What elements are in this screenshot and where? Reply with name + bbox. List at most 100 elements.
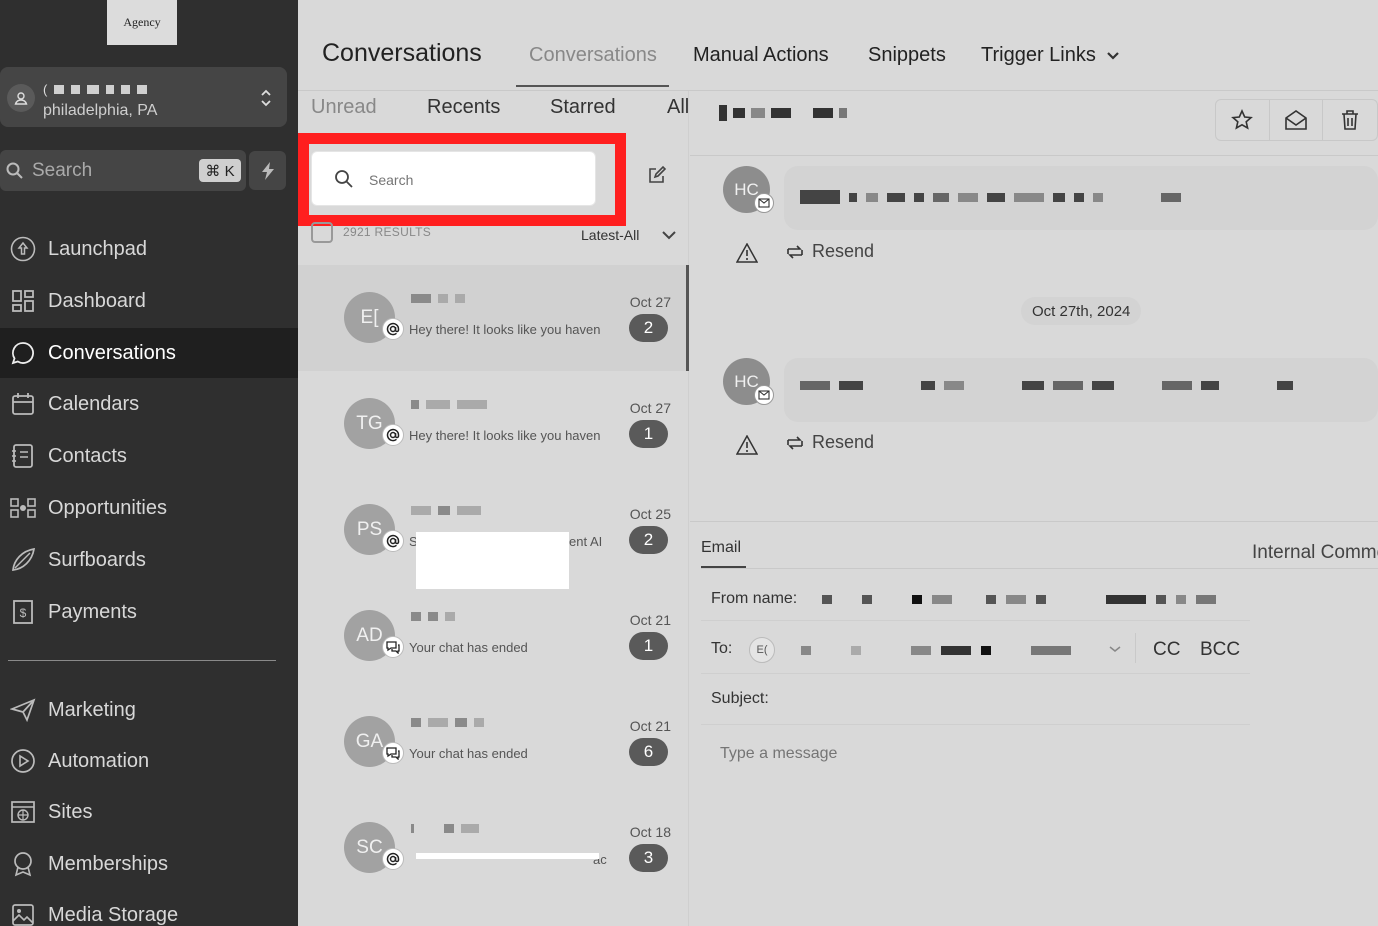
sidebar-item-automation[interactable]: Automation xyxy=(0,736,298,786)
select-all-checkbox[interactable] xyxy=(311,222,333,243)
sidebar-search-label: Search xyxy=(32,160,93,181)
star-icon xyxy=(1231,109,1254,130)
page-title: Conversations xyxy=(322,39,482,67)
retry-icon xyxy=(787,244,803,259)
conversation-date: Oct 27 xyxy=(629,400,671,416)
mention-icon xyxy=(382,530,404,552)
to-field-line xyxy=(701,673,1250,674)
receipt-icon: $ xyxy=(9,599,36,626)
subtab-all[interactable]: All xyxy=(667,96,689,119)
to-label: To: xyxy=(711,640,733,657)
mark-read-button[interactable] xyxy=(1270,100,1324,140)
sidebar-item-contacts[interactable]: Contacts xyxy=(0,431,298,481)
warning-icon xyxy=(736,243,758,263)
sidebar-item-opportunities[interactable]: Opportunities xyxy=(0,483,298,533)
conversation-row[interactable]: SC ac Oct 18 3 xyxy=(298,795,689,901)
grid-icon xyxy=(9,288,36,315)
thread-actions xyxy=(1215,99,1378,141)
sidebar-item-label: Media Storage xyxy=(48,903,179,926)
conversation-row[interactable]: AD Your chat has ended Oct 21 1 xyxy=(298,583,689,689)
recipient-avatar: E( xyxy=(749,637,775,663)
email-icon xyxy=(754,193,774,213)
subtab-starred[interactable]: Starred xyxy=(550,96,616,119)
chevron-down-icon xyxy=(1107,51,1119,60)
conversation-row[interactable]: GA Your chat has ended Oct 21 6 xyxy=(298,689,689,795)
bcc-button[interactable]: BCC xyxy=(1200,639,1240,661)
badge-icon xyxy=(9,851,36,878)
compose-icon[interactable] xyxy=(647,165,667,185)
subject-field-line xyxy=(701,724,1250,725)
location-city: philadelphia, PA xyxy=(43,102,158,119)
quick-actions-button[interactable] xyxy=(249,151,286,190)
sidebar-item-label: Payments xyxy=(48,600,137,623)
message-preview: Hey there! It looks like you haven xyxy=(409,428,601,443)
contact-name-redacted xyxy=(411,824,479,833)
conversation-row[interactable]: E[ Hey there! It looks like you haven Oc… xyxy=(298,265,689,371)
search-shortcut-badge: ⌘ K xyxy=(199,159,241,182)
sidebar-item-marketing[interactable]: Marketing xyxy=(0,685,298,735)
resend-label: Resend xyxy=(812,241,875,261)
recipient-email-redacted[interactable] xyxy=(801,646,1071,655)
thread-divider xyxy=(690,155,1378,156)
mention-icon xyxy=(382,848,404,870)
image-icon xyxy=(9,902,36,926)
contact-name-redacted xyxy=(411,718,484,727)
tab-snippets[interactable]: Snippets xyxy=(868,44,946,67)
mention-icon xyxy=(382,318,404,340)
sidebar-item-launchpad[interactable]: Launchpad xyxy=(0,224,298,274)
sidebar-item-label: Marketing xyxy=(48,698,136,721)
date-divider: Oct 27th, 2024 xyxy=(1021,297,1142,325)
active-tab-indicator xyxy=(516,85,669,87)
email-icon xyxy=(754,385,774,405)
subject-label[interactable]: Subject: xyxy=(711,690,769,708)
sidebar-item-dashboard[interactable]: Dashboard xyxy=(0,276,298,326)
sidebar-item-media-storage[interactable]: Media Storage xyxy=(0,890,298,926)
message-preview: Your chat has ended xyxy=(409,640,528,655)
funnel-icon xyxy=(9,495,36,522)
chevron-down-icon[interactable] xyxy=(661,229,677,241)
search-icon xyxy=(6,162,24,180)
sidebar: Agency ( philadelphia, PA Search ⌘ K Lau… xyxy=(0,0,298,926)
message-text-redacted xyxy=(800,381,1293,390)
surfboard-icon xyxy=(9,547,36,574)
composer-divider xyxy=(701,568,1378,569)
redaction-box xyxy=(416,532,569,589)
warning-icon xyxy=(736,435,758,455)
subtab-recents[interactable]: Recents xyxy=(427,96,500,119)
chevron-down-icon[interactable] xyxy=(1108,644,1122,654)
sidebar-item-calendars[interactable]: Calendars xyxy=(0,379,298,429)
mention-icon xyxy=(382,424,404,446)
play-circle-icon xyxy=(9,748,36,775)
cc-button[interactable]: CC xyxy=(1153,639,1180,661)
agency-logo[interactable]: Agency xyxy=(107,0,177,45)
tab-conversations[interactable]: Conversations xyxy=(529,44,657,67)
conversation-search-input[interactable] xyxy=(369,172,569,188)
sidebar-item-label: Conversations xyxy=(48,341,176,364)
calendar-icon xyxy=(9,391,36,418)
envelope-open-icon xyxy=(1285,110,1307,130)
composer-tab-email[interactable]: Email xyxy=(701,539,741,557)
tab-trigger-links[interactable]: Trigger Links xyxy=(981,44,1120,67)
from-field-line xyxy=(701,620,1250,621)
delete-button[interactable] xyxy=(1323,100,1377,140)
chat-bubble-icon xyxy=(9,340,36,367)
from-name-value-redacted[interactable] xyxy=(822,595,1216,604)
search-icon xyxy=(334,169,354,189)
composer-tab-internal-comment[interactable]: Internal Comment xyxy=(1252,542,1378,564)
conversation-row[interactable]: TG Hey there! It looks like you haven Oc… xyxy=(298,371,689,477)
sidebar-item-label: Opportunities xyxy=(48,496,167,519)
sidebar-item-conversations[interactable]: Conversations xyxy=(0,328,298,378)
sidebar-item-sites[interactable]: Sites xyxy=(0,787,298,837)
sidebar-item-memberships[interactable]: Memberships xyxy=(0,839,298,889)
location-name-redacted: ( xyxy=(43,82,148,97)
subtab-unread[interactable]: Unread xyxy=(311,96,377,119)
sort-dropdown[interactable]: Latest-All xyxy=(581,227,639,243)
star-button[interactable] xyxy=(1216,100,1270,140)
sidebar-item-surfboards[interactable]: Surfboards xyxy=(0,535,298,585)
sidebar-item-payments[interactable]: $ Payments xyxy=(0,587,298,637)
resend-button[interactable]: Resend xyxy=(784,241,874,262)
tab-manual-actions[interactable]: Manual Actions xyxy=(693,44,829,67)
message-input[interactable] xyxy=(720,745,1340,763)
resend-button[interactable]: Resend xyxy=(784,432,874,453)
conversation-date: Oct 21 xyxy=(629,612,671,628)
